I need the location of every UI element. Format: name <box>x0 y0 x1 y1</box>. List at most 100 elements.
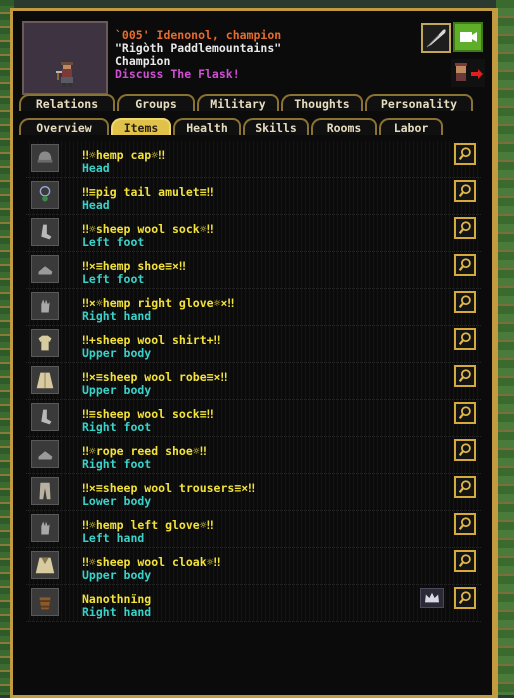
item-icon-frame <box>31 292 59 320</box>
robe-icon <box>36 372 54 389</box>
item-row[interactable]: ‼×≡sheep wool robe≡×‼ Upper body <box>26 363 481 400</box>
item-icon-frame <box>31 440 59 468</box>
view-item-button[interactable] <box>454 550 476 572</box>
tab-skills[interactable]: Skills <box>243 118 309 135</box>
magnifier-icon <box>458 369 471 383</box>
tab-overview[interactable]: Overview <box>19 118 109 135</box>
unit-nickname: "Rigòth Paddlemountains" <box>115 41 282 55</box>
tab-personality[interactable]: Personality <box>365 94 473 111</box>
view-item-button[interactable] <box>454 217 476 239</box>
item-location: Upper body <box>82 346 152 360</box>
view-item-button[interactable] <box>454 143 476 165</box>
item-row[interactable]: Nanothnïng Right hand <box>26 585 481 622</box>
item-icon-frame <box>31 403 59 431</box>
view-item-button[interactable] <box>454 513 476 535</box>
tab-groups[interactable]: Groups <box>117 94 195 111</box>
item-row[interactable]: ‼☼sheep wool sock☼‼ Left foot <box>26 215 481 252</box>
item-location: Lower body <box>82 494 152 508</box>
customize-button[interactable] <box>421 23 451 53</box>
view-item-button[interactable] <box>454 587 476 609</box>
camera-icon <box>460 32 477 42</box>
view-item-button[interactable] <box>454 402 476 424</box>
item-icon-frame <box>31 144 59 172</box>
artifact-crown-icon <box>420 588 444 608</box>
item-row[interactable]: ‼×☼hemp right glove☼×‼ Right hand <box>26 289 481 326</box>
follow-camera-button[interactable] <box>453 22 483 52</box>
magnifier-icon <box>458 184 471 198</box>
item-location: Right foot <box>82 420 152 434</box>
view-item-button[interactable] <box>454 291 476 313</box>
trousers-icon <box>39 482 51 500</box>
item-name: ‼×☼hemp right glove☼×‼ <box>82 296 235 310</box>
unit-sheet-panel: `005' Idenonol, champion "Rigòth Paddlem… <box>10 8 498 698</box>
item-row[interactable]: ‼+sheep wool shirt+‼ Upper body <box>26 326 481 363</box>
tab-health[interactable]: Health <box>173 118 241 135</box>
magnifier-icon <box>458 517 471 531</box>
cap-icon <box>37 151 53 163</box>
magnifier-icon <box>458 480 471 494</box>
item-row[interactable]: ‼☼hemp left glove☼‼ Left hand <box>26 511 481 548</box>
magnifier-icon <box>458 591 471 605</box>
tab-thoughts[interactable]: Thoughts <box>281 94 363 111</box>
item-row[interactable]: ‼×≡hemp shoe≡×‼ Left foot <box>26 252 481 289</box>
glove-icon <box>41 521 50 535</box>
item-row[interactable]: ‼☼hemp cap☼‼ Head <box>26 141 481 178</box>
item-location: Left hand <box>82 531 145 545</box>
item-name: ‼≡sheep wool sock≡‼ <box>82 407 214 421</box>
tab-labor[interactable]: Labor <box>379 118 443 135</box>
glove-icon <box>41 299 50 313</box>
item-location: Head <box>82 198 110 212</box>
unit-profession: Champion <box>115 54 171 68</box>
item-icon-frame <box>31 588 59 616</box>
item-icon-frame <box>31 477 59 505</box>
sock-icon <box>41 409 52 425</box>
item-icon-frame <box>31 551 59 579</box>
item-location: Right hand <box>82 605 152 619</box>
magnifier-icon <box>458 332 471 346</box>
bucket-icon <box>39 597 51 610</box>
item-row[interactable]: ‼☼rope reed shoe☼‼ Right foot <box>26 437 481 474</box>
view-item-button[interactable] <box>454 180 476 202</box>
view-item-button[interactable] <box>454 254 476 276</box>
item-name: ‼×≡sheep wool trousers≡×‼ <box>82 481 256 495</box>
item-location: Right foot <box>82 457 152 471</box>
tab-relations[interactable]: Relations <box>19 94 115 111</box>
item-icon-frame <box>31 329 59 357</box>
item-row[interactable]: ‼×≡sheep wool trousers≡×‼ Lower body <box>26 474 481 511</box>
magnifier-icon <box>458 443 471 457</box>
item-location: Left foot <box>82 272 145 286</box>
view-item-button[interactable] <box>454 439 476 461</box>
tab-row-secondary: Overview Items Health Skills Rooms Labor <box>19 118 443 136</box>
item-row[interactable]: ‼≡pig tail amulet≡‼ Head <box>26 178 481 215</box>
item-location: Upper body <box>82 568 152 582</box>
item-name: ‼≡pig tail amulet≡‼ <box>82 185 214 199</box>
view-item-button[interactable] <box>454 476 476 498</box>
tab-rooms[interactable]: Rooms <box>311 118 377 135</box>
item-icon-frame <box>31 218 59 246</box>
item-icon-frame <box>31 255 59 283</box>
tab-items[interactable]: Items <box>111 118 171 135</box>
item-row[interactable]: ‼☼sheep wool cloak☼‼ Upper body <box>26 548 481 585</box>
shoe-icon <box>38 451 53 460</box>
item-name: ‼☼sheep wool cloak☼‼ <box>82 555 221 569</box>
tab-military[interactable]: Military <box>197 94 279 111</box>
item-name: ‼+sheep wool shirt+‼ <box>82 333 221 347</box>
goto-unit-button[interactable] <box>451 59 485 87</box>
view-item-button[interactable] <box>454 365 476 387</box>
item-name: ‼☼hemp left glove☼‼ <box>82 518 214 532</box>
unit-portrait <box>22 21 108 95</box>
unit-name: `005' Idenonol, champion <box>115 28 282 42</box>
magnifier-icon <box>458 258 471 272</box>
cloak-icon <box>35 557 55 574</box>
item-row[interactable]: ‼≡sheep wool sock≡‼ Right foot <box>26 400 481 437</box>
unit-goal[interactable]: Discuss The Flask! <box>115 67 240 81</box>
magnifier-icon <box>458 221 471 235</box>
view-item-button[interactable] <box>454 328 476 350</box>
item-name: ‼☼hemp cap☼‼ <box>82 148 166 162</box>
sock-icon <box>41 224 52 240</box>
magnifier-icon <box>458 554 471 568</box>
map-background-right <box>496 0 514 695</box>
item-location: Right hand <box>82 309 152 323</box>
item-name: ‼×≡sheep wool robe≡×‼ <box>82 370 228 384</box>
item-icon-frame <box>31 181 59 209</box>
